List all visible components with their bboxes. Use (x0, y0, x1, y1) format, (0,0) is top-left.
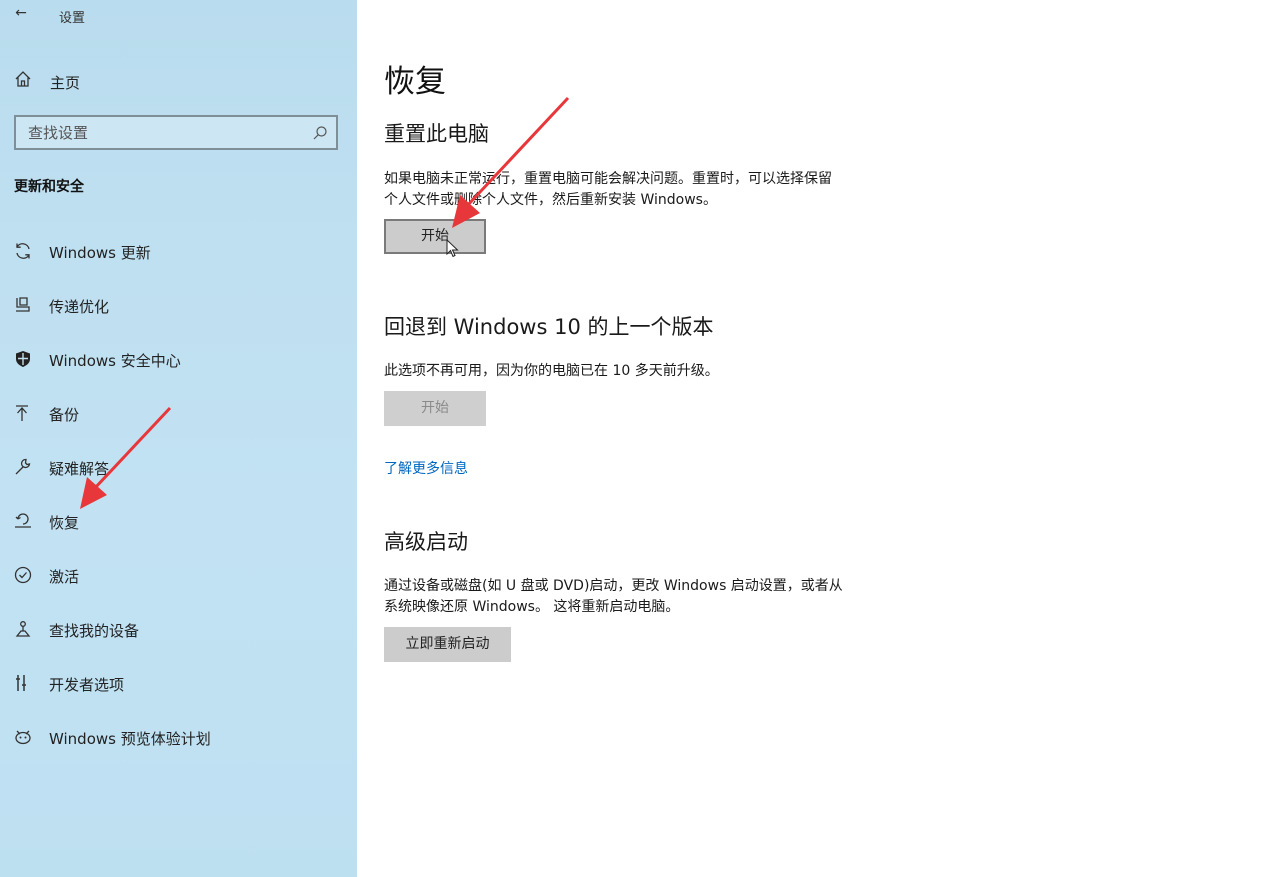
advanced-startup-heading: 高级启动 (384, 530, 468, 554)
rollback-start-button[interactable]: 开始 (384, 391, 486, 426)
home-icon (15, 71, 31, 87)
sidebar-item-windows-security[interactable]: Windows 安全中心 (0, 332, 357, 386)
reset-heading: 重置此电脑 (384, 122, 489, 146)
sidebar-item-home[interactable]: 主页 (0, 63, 357, 97)
reset-start-button[interactable]: 开始 (384, 219, 486, 254)
sidebar-item-label: Windows 更新 (49, 244, 151, 262)
sidebar-item-label: 恢复 (49, 514, 80, 532)
sidebar-item-label: 查找我的设备 (49, 622, 140, 640)
sidebar-item-recovery[interactable]: 恢复 (0, 494, 357, 548)
sidebar-item-activation[interactable]: 激活 (0, 548, 357, 602)
rollback-heading: 回退到 Windows 10 的上一个版本 (384, 315, 714, 339)
advanced-description-line: 通过设备或磁盘(如 U 盘或 DVD)启动，更改 Windows 启动设置，或者… (384, 578, 843, 594)
sidebar-item-insider[interactable]: Windows 预览体验计划 (0, 710, 357, 764)
sidebar-item-developer[interactable]: 开发者选项 (0, 656, 357, 710)
insider-icon (15, 730, 31, 745)
sidebar-item-label: 备份 (49, 406, 80, 424)
search-icon[interactable] (312, 125, 328, 141)
settings-window: ← 设置 主页 更新和安全 Windows 更新 (0, 0, 1265, 877)
sidebar-item-label: 疑难解答 (49, 460, 110, 478)
search-input[interactable] (16, 117, 306, 148)
sidebar-item-label: 开发者选项 (49, 676, 125, 694)
reset-description-line: 如果电脑未正常运行，重置电脑可能会解决问题。重置时，可以选择保留 (384, 171, 832, 187)
mouse-cursor-icon (446, 239, 459, 258)
sidebar-item-label: Windows 安全中心 (49, 352, 181, 370)
sidebar-item-label: 传递优化 (49, 298, 110, 316)
titlebar: ← 设置 (0, 0, 357, 30)
page-title: 恢复 (384, 64, 446, 100)
advanced-description-line: 系统映像还原 Windows。 这将重新启动电脑。 (384, 599, 680, 615)
sidebar-item-windows-update[interactable]: Windows 更新 (0, 224, 357, 278)
back-button[interactable]: ← (10, 2, 32, 24)
sidebar: ← 设置 主页 更新和安全 Windows 更新 (0, 0, 357, 877)
sidebar-item-troubleshoot[interactable]: 疑难解答 (0, 440, 357, 494)
advanced-startup-description: 通过设备或磁盘(如 U 盘或 DVD)启动，更改 Windows 启动设置，或者… (384, 576, 904, 618)
back-arrow-icon: ← (15, 5, 27, 21)
rollback-description: 此选项不再可用，因为你的电脑已在 10 多天前升级。 (384, 363, 719, 379)
sidebar-item-find-my-device[interactable]: 查找我的设备 (0, 602, 357, 656)
reset-description: 如果电脑未正常运行，重置电脑可能会解决问题。重置时，可以选择保留 个人文件或删除… (384, 169, 904, 211)
check-circle-icon (14, 566, 32, 584)
learn-more-link[interactable]: 了解更多信息 (384, 458, 468, 478)
wrench-icon (15, 458, 31, 475)
sidebar-item-label: 激活 (49, 568, 80, 586)
recovery-icon (15, 513, 31, 528)
main-content: 恢复 重置此电脑 如果电脑未正常运行，重置电脑可能会解决问题。重置时，可以选择保… (357, 0, 1265, 877)
sidebar-item-delivery-optimization[interactable]: 传递优化 (0, 278, 357, 332)
app-title: 设置 (59, 11, 86, 26)
sync-icon (16, 243, 30, 259)
home-label: 主页 (50, 74, 81, 92)
sidebar-item-backup[interactable]: 备份 (0, 386, 357, 440)
backup-arrow-icon (16, 405, 28, 421)
developer-icon (16, 675, 26, 691)
shield-icon (16, 351, 30, 367)
restart-now-button[interactable]: 立即重新启动 (384, 627, 511, 662)
search-box[interactable] (14, 115, 338, 150)
delivery-optimization-icon (16, 297, 30, 312)
find-device-icon (15, 621, 31, 637)
reset-description-line: 个人文件或删除个人文件，然后重新安装 Windows。 (384, 192, 717, 208)
sidebar-nav: Windows 更新 传递优化 Windows 安全中心 备份 疑难解答 恢复 … (0, 224, 357, 764)
section-title: 更新和安全 (14, 179, 84, 195)
sidebar-item-label: Windows 预览体验计划 (49, 730, 211, 748)
